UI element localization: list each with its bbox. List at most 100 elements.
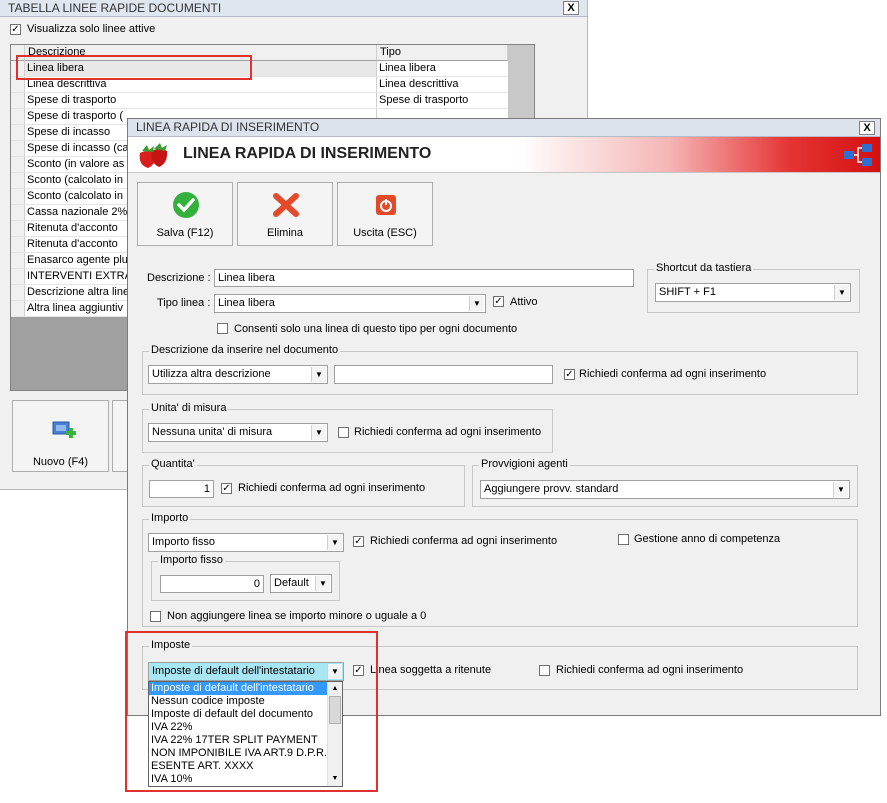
gestione-anno-label: Gestione anno di competenza	[634, 533, 781, 545]
importo-value: Importo fisso	[152, 536, 215, 548]
quantita-conferma-checkbox[interactable]: ✓	[221, 483, 232, 494]
consenti-label: Consenti solo una linea di questo tipo p…	[234, 323, 518, 335]
chevron-down-icon: ▼	[311, 367, 326, 382]
imposte-conferma-checkbox[interactable]	[539, 665, 550, 676]
altra-descrizione-input[interactable]	[334, 365, 553, 384]
importo-group: Importo Importo fisso ▼ ✓ Richiedi confe…	[142, 512, 858, 627]
descrizione-input[interactable]: Linea libera	[214, 269, 634, 287]
um-conferma-checkbox[interactable]	[338, 427, 349, 438]
shortcut-select[interactable]: SHIFT + F1 ▼	[655, 283, 851, 302]
importo-fisso-group: Importo fisso 0 Default ▼	[151, 554, 340, 601]
row-selector[interactable]	[11, 237, 25, 252]
unita-misura-group: Unita' di misura Nessuna unita' di misur…	[142, 402, 553, 453]
uscita-button-label: Uscita (ESC)	[353, 227, 417, 239]
row-selector[interactable]	[11, 269, 25, 284]
cell-tipo: Linea descrittiva	[379, 78, 459, 90]
importo-select[interactable]: Importo fisso ▼	[148, 533, 344, 552]
tipo-linea-select[interactable]: Linea libera ▼	[214, 294, 486, 313]
unita-misura-label: Unita' di misura	[149, 402, 229, 414]
unita-misura-value: Nessuna unita' di misura	[152, 426, 273, 438]
dialog-linea-rapida: LINEA RAPIDA DI INSERIMENTO X LINEA RAPI…	[127, 118, 881, 716]
salva-button[interactable]: Salva (F12)	[137, 182, 233, 246]
row-selector[interactable]	[11, 301, 25, 316]
power-icon	[376, 195, 396, 215]
cell-tipo: Spese di trasporto	[379, 94, 469, 106]
importo-fisso-input[interactable]: 0	[160, 575, 264, 593]
row-selector[interactable]	[11, 141, 25, 156]
row-selector[interactable]	[11, 253, 25, 268]
row-selector[interactable]	[11, 125, 25, 140]
network-icon[interactable]	[842, 143, 874, 167]
provvigioni-group: Provvigioni agenti Aggiungere provv. sta…	[472, 458, 858, 507]
strawberry-icon	[139, 143, 168, 168]
row-selector[interactable]	[11, 205, 25, 220]
annotation-highlight-linea-libera	[16, 55, 252, 80]
bg-close-button[interactable]: X	[563, 1, 579, 15]
nuovo-button-label: Nuovo (F4)	[32, 456, 89, 468]
chevron-down-icon: ▼	[834, 285, 849, 300]
row-selector[interactable]	[11, 157, 25, 172]
ritenute-label: Linea soggetta a ritenute	[370, 664, 492, 676]
quantita-label: Quantita'	[149, 458, 197, 470]
chevron-down-icon: ▼	[315, 576, 330, 591]
importo-label: Importo	[149, 512, 191, 524]
uscita-button[interactable]: Uscita (ESC)	[337, 182, 433, 246]
row-selector[interactable]	[11, 221, 25, 236]
salva-button-label: Salva (F12)	[156, 227, 214, 239]
annotation-highlight-imposte	[125, 631, 378, 792]
tipo-linea-label: Tipo linea :	[157, 297, 211, 309]
non-aggiungere-checkbox[interactable]	[150, 611, 161, 622]
tipo-linea-value: Linea libera	[218, 297, 275, 309]
shortcut-value: SHIFT + F1	[659, 286, 716, 298]
delete-x-icon	[273, 193, 299, 217]
importo-conferma-checkbox[interactable]: ✓	[353, 536, 364, 547]
elimina-button[interactable]: Elimina	[237, 182, 333, 246]
descrizione-label: Descrizione :	[147, 272, 211, 284]
descrizione-conferma-label: Richiedi conferma ad ogni inserimento	[579, 368, 767, 380]
grid-header-tipo[interactable]: Tipo	[377, 45, 508, 61]
descrizione-inserire-group: Descrizione da inserire nel documento Ut…	[142, 344, 858, 395]
row-selector[interactable]	[11, 173, 25, 188]
cell-descrizione: Spese di trasporto	[25, 93, 377, 108]
importo-fisso-label: Importo fisso	[158, 554, 225, 566]
checkmark-icon	[173, 192, 199, 218]
chevron-down-icon: ▼	[327, 535, 342, 550]
shortcut-group: Shortcut da tastiera SHIFT + F1 ▼	[647, 262, 860, 313]
quantita-input[interactable]: 1	[149, 480, 214, 498]
gestione-anno-checkbox[interactable]	[618, 534, 629, 545]
descrizione-mode-select[interactable]: Utilizza altra descrizione ▼	[148, 365, 328, 384]
unita-misura-select[interactable]: Nessuna unita' di misura ▼	[148, 423, 328, 442]
default-value: Default	[274, 577, 309, 589]
consenti-checkbox[interactable]	[217, 323, 228, 334]
cell-tipo: Linea libera	[379, 62, 436, 74]
shortcut-group-label: Shortcut da tastiera	[654, 262, 754, 274]
elimina-button-label: Elimina	[266, 227, 304, 239]
row-selector[interactable]	[11, 109, 25, 124]
add-icon	[52, 421, 76, 438]
descrizione-conferma-checkbox[interactable]: ✓	[564, 369, 575, 380]
row-selector[interactable]	[11, 285, 25, 300]
chevron-down-icon: ▼	[311, 425, 326, 440]
row-selector[interactable]	[11, 93, 25, 108]
provvigioni-value: Aggiungere provv. standard	[484, 483, 619, 495]
banner-title: LINEA RAPIDA DI INSERIMENTO	[183, 145, 432, 162]
provvigioni-select[interactable]: Aggiungere provv. standard ▼	[480, 480, 850, 499]
um-conferma-label: Richiedi conferma ad ogni inserimento	[354, 426, 542, 438]
provvigioni-label: Provvigioni agenti	[479, 458, 570, 470]
descrizione-mode-value: Utilizza altra descrizione	[152, 368, 271, 380]
row-selector[interactable]	[11, 189, 25, 204]
chevron-down-icon: ▼	[833, 482, 848, 497]
dialog-title: LINEA RAPIDA DI INSERIMENTO	[128, 119, 880, 137]
attivo-checkbox[interactable]: ✓	[493, 296, 504, 307]
dialog-close-button[interactable]: X	[859, 121, 875, 135]
imposte-conferma-label: Richiedi conferma ad ogni inserimento	[556, 664, 744, 676]
visualizza-attive-checkbox[interactable]: ✓	[10, 24, 21, 35]
attivo-label: Attivo	[510, 296, 538, 308]
non-aggiungere-label: Non aggiungere linea se importo minore o…	[167, 610, 427, 622]
nuovo-button[interactable]: Nuovo (F4)	[12, 400, 109, 472]
chevron-down-icon: ▼	[469, 296, 484, 311]
quantita-conferma-label: Richiedi conferma ad ogni inserimento	[238, 482, 426, 494]
table-row[interactable]: Spese di trasporto Spese di trasporto	[11, 93, 508, 109]
dialog-banner: LINEA RAPIDA DI INSERIMENTO	[128, 137, 880, 173]
default-select[interactable]: Default ▼	[270, 574, 332, 593]
